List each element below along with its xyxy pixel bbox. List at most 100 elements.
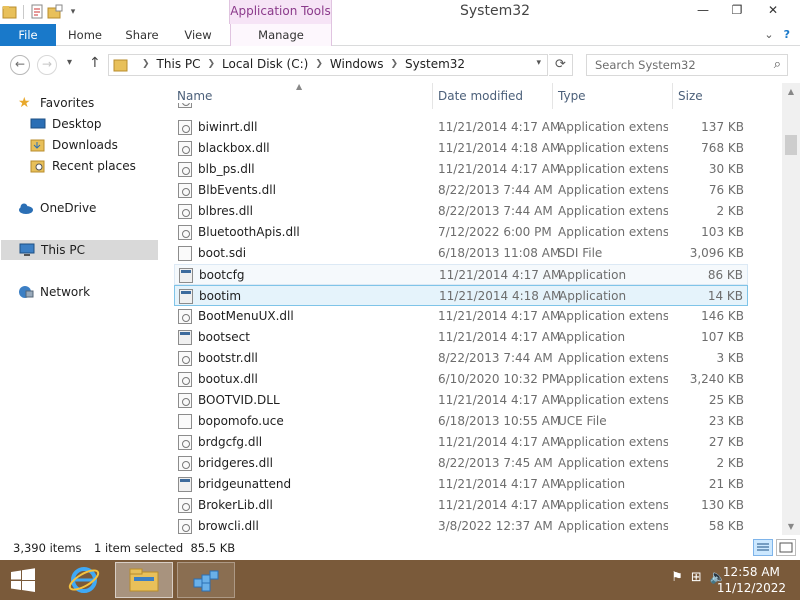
recent-locations-icon[interactable]: ▾ bbox=[67, 57, 72, 68]
file-name: browcli.dll bbox=[198, 519, 259, 533]
file-explorer-taskbar-button[interactable] bbox=[115, 562, 173, 598]
search-icon[interactable]: ⌕ bbox=[774, 57, 781, 72]
table-row[interactable]: boot.sdi 6/18/2013 11:08 AM SDI File 3,096 … bbox=[174, 243, 748, 264]
item-count: 3,390 items bbox=[13, 541, 82, 555]
star-icon: ★ bbox=[18, 95, 31, 111]
file-type: Application extens... bbox=[558, 225, 668, 239]
nav-desktop[interactable]: Desktop bbox=[30, 114, 158, 134]
properties-icon[interactable] bbox=[29, 4, 45, 20]
chevron-right-icon[interactable]: ❯ bbox=[208, 59, 216, 69]
network-status-icon[interactable]: ⊞ bbox=[691, 570, 702, 585]
file-size: 107 KB bbox=[701, 330, 744, 344]
large-icons-view-button[interactable] bbox=[776, 539, 796, 556]
table-row[interactable]: bootsect 11/21/2014 4:17 AM Application 107… bbox=[174, 327, 748, 348]
file-type: Application extens... bbox=[558, 435, 668, 449]
nav-network[interactable]: Network bbox=[18, 282, 158, 302]
table-row[interactable]: blbres.dll 8/22/2013 7:44 AM Application e… bbox=[174, 201, 748, 222]
qat-dropdown-icon[interactable]: ▾ bbox=[65, 4, 81, 20]
file-size: 21 KB bbox=[708, 477, 744, 491]
tab-share[interactable]: Share bbox=[116, 24, 168, 46]
nav-favorites[interactable]: ★ Favorites bbox=[18, 93, 158, 113]
forward-button[interactable]: → bbox=[37, 55, 57, 75]
breadcrumb-local-disk[interactable]: Local Disk (C:) bbox=[222, 57, 308, 71]
table-row-partial[interactable] bbox=[174, 103, 748, 111]
file-size: 3,240 KB bbox=[689, 372, 744, 386]
nav-recent-places[interactable]: Recent places bbox=[30, 156, 158, 176]
refresh-button[interactable]: ⟳ bbox=[549, 54, 573, 76]
expand-ribbon-icon[interactable]: ⌄ bbox=[764, 28, 773, 41]
breadcrumb-windows[interactable]: Windows bbox=[330, 57, 384, 71]
nav-downloads[interactable]: Downloads bbox=[30, 135, 158, 155]
table-row[interactable]: bootcfg 11/21/2014 4:17 AM Application 86 K… bbox=[174, 264, 748, 285]
ribbon-controls: ⌄ ? bbox=[764, 28, 790, 41]
clock[interactable]: 12:58 AM 11/12/2022 bbox=[717, 564, 786, 596]
column-header-type[interactable]: Type bbox=[558, 89, 586, 103]
column-header-size[interactable]: Size bbox=[678, 89, 703, 103]
table-row[interactable]: bootstr.dll 8/22/2013 7:44 AM Application … bbox=[174, 348, 748, 369]
downloads-icon bbox=[30, 138, 46, 152]
dll-file-icon bbox=[178, 103, 192, 108]
action-center-flag-icon[interactable]: ⚑ bbox=[671, 570, 683, 585]
table-row[interactable]: biwinrt.dll 11/21/2014 4:17 AM Application… bbox=[174, 117, 748, 138]
maximize-button[interactable]: ❐ bbox=[722, 0, 752, 22]
search-box[interactable]: ⌕ bbox=[586, 54, 788, 76]
table-row[interactable]: BrokerLib.dll 11/21/2014 4:17 AM Applicati… bbox=[174, 495, 748, 516]
address-dropdown-icon[interactable]: ▾ bbox=[536, 58, 541, 68]
tab-file[interactable]: File bbox=[0, 24, 56, 46]
up-button[interactable]: ↑ bbox=[89, 55, 101, 71]
address-bar[interactable]: ❯ This PC ❯ Local Disk (C:) ❯ Windows ❯ … bbox=[108, 54, 548, 76]
file-name: BootMenuUX.dll bbox=[198, 309, 294, 323]
table-row[interactable]: browcli.dll 3/8/2022 12:37 AM Application … bbox=[174, 516, 748, 535]
start-button[interactable] bbox=[8, 568, 38, 592]
minimize-button[interactable]: — bbox=[688, 0, 718, 22]
column-header-name[interactable]: Name bbox=[177, 89, 212, 103]
search-input[interactable] bbox=[595, 58, 765, 72]
tab-manage[interactable]: Manage bbox=[230, 24, 332, 46]
table-row[interactable]: blb_ps.dll 11/21/2014 4:17 AM Application … bbox=[174, 159, 748, 180]
dll-file-icon bbox=[178, 498, 192, 513]
details-view-button[interactable] bbox=[753, 539, 773, 556]
file-type: Application bbox=[558, 477, 626, 491]
folder-icon bbox=[2, 4, 18, 20]
close-button[interactable]: ✕ bbox=[758, 0, 788, 22]
nav-this-pc[interactable]: This PC bbox=[1, 240, 158, 260]
table-row[interactable]: BOOTVID.DLL 11/21/2014 4:17 AM Application… bbox=[174, 390, 748, 411]
vertical-scrollbar[interactable]: ▲ ▼ bbox=[782, 83, 800, 535]
help-icon[interactable]: ? bbox=[784, 28, 790, 41]
internet-explorer-icon bbox=[68, 567, 100, 593]
chevron-right-icon[interactable]: ❯ bbox=[142, 59, 150, 69]
breadcrumb: ❯ This PC ❯ Local Disk (C:) ❯ Windows ❯ … bbox=[135, 57, 465, 71]
file-size: 137 KB bbox=[701, 120, 744, 134]
nav-network-label: Network bbox=[40, 285, 91, 299]
scroll-down-icon[interactable]: ▼ bbox=[782, 518, 800, 535]
table-row[interactable]: bopomofo.uce 6/18/2013 10:55 AM UCE File 23… bbox=[174, 411, 748, 432]
internet-explorer-taskbar-button[interactable] bbox=[55, 562, 113, 598]
quick-access-toolbar: ▾ bbox=[2, 3, 81, 21]
table-row[interactable]: blackbox.dll 11/21/2014 4:18 AM Applicatio… bbox=[174, 138, 748, 159]
table-row[interactable]: bootux.dll 6/10/2020 10:32 PM Application … bbox=[174, 369, 748, 390]
new-folder-icon[interactable] bbox=[47, 4, 63, 20]
scroll-thumb[interactable] bbox=[785, 135, 797, 155]
table-row[interactable]: bridgeunattend 11/21/2014 4:17 AM Applicat… bbox=[174, 474, 748, 495]
breadcrumb-system32[interactable]: System32 bbox=[405, 57, 465, 71]
registry-editor-taskbar-button[interactable] bbox=[177, 562, 235, 598]
chevron-right-icon[interactable]: ❯ bbox=[315, 59, 323, 69]
dll-file-icon bbox=[178, 162, 192, 177]
table-row[interactable]: bootim 11/21/2014 4:18 AM Application 14 KB bbox=[174, 285, 748, 306]
scroll-up-icon[interactable]: ▲ bbox=[782, 83, 800, 100]
table-row[interactable]: BluetoothApis.dll 7/12/2022 6:00 PM Applic… bbox=[174, 222, 748, 243]
table-row[interactable]: brdgcfg.dll 11/21/2014 4:17 AM Application… bbox=[174, 432, 748, 453]
taskbar: ⚑ ⊞ 🔈 12:58 AM 11/12/2022 bbox=[0, 560, 800, 600]
breadcrumb-this-pc[interactable]: This PC bbox=[157, 57, 201, 71]
dll-file-icon bbox=[178, 141, 192, 156]
table-row[interactable]: BootMenuUX.dll 11/21/2014 4:17 AM Applicat… bbox=[174, 306, 748, 327]
ribbon-tabs: File Home Share View Manage ⌄ ? bbox=[0, 24, 800, 46]
column-header-date[interactable]: Date modified bbox=[438, 89, 523, 103]
tab-home[interactable]: Home bbox=[58, 24, 112, 46]
tab-view[interactable]: View bbox=[172, 24, 224, 46]
nav-onedrive[interactable]: OneDrive bbox=[18, 198, 158, 218]
chevron-right-icon[interactable]: ❯ bbox=[390, 59, 398, 69]
table-row[interactable]: BlbEvents.dll 8/22/2013 7:44 AM Applicatio… bbox=[174, 180, 748, 201]
back-button[interactable]: ← bbox=[10, 55, 30, 75]
table-row[interactable]: bridgeres.dll 8/22/2013 7:45 AM Applicatio… bbox=[174, 453, 748, 474]
